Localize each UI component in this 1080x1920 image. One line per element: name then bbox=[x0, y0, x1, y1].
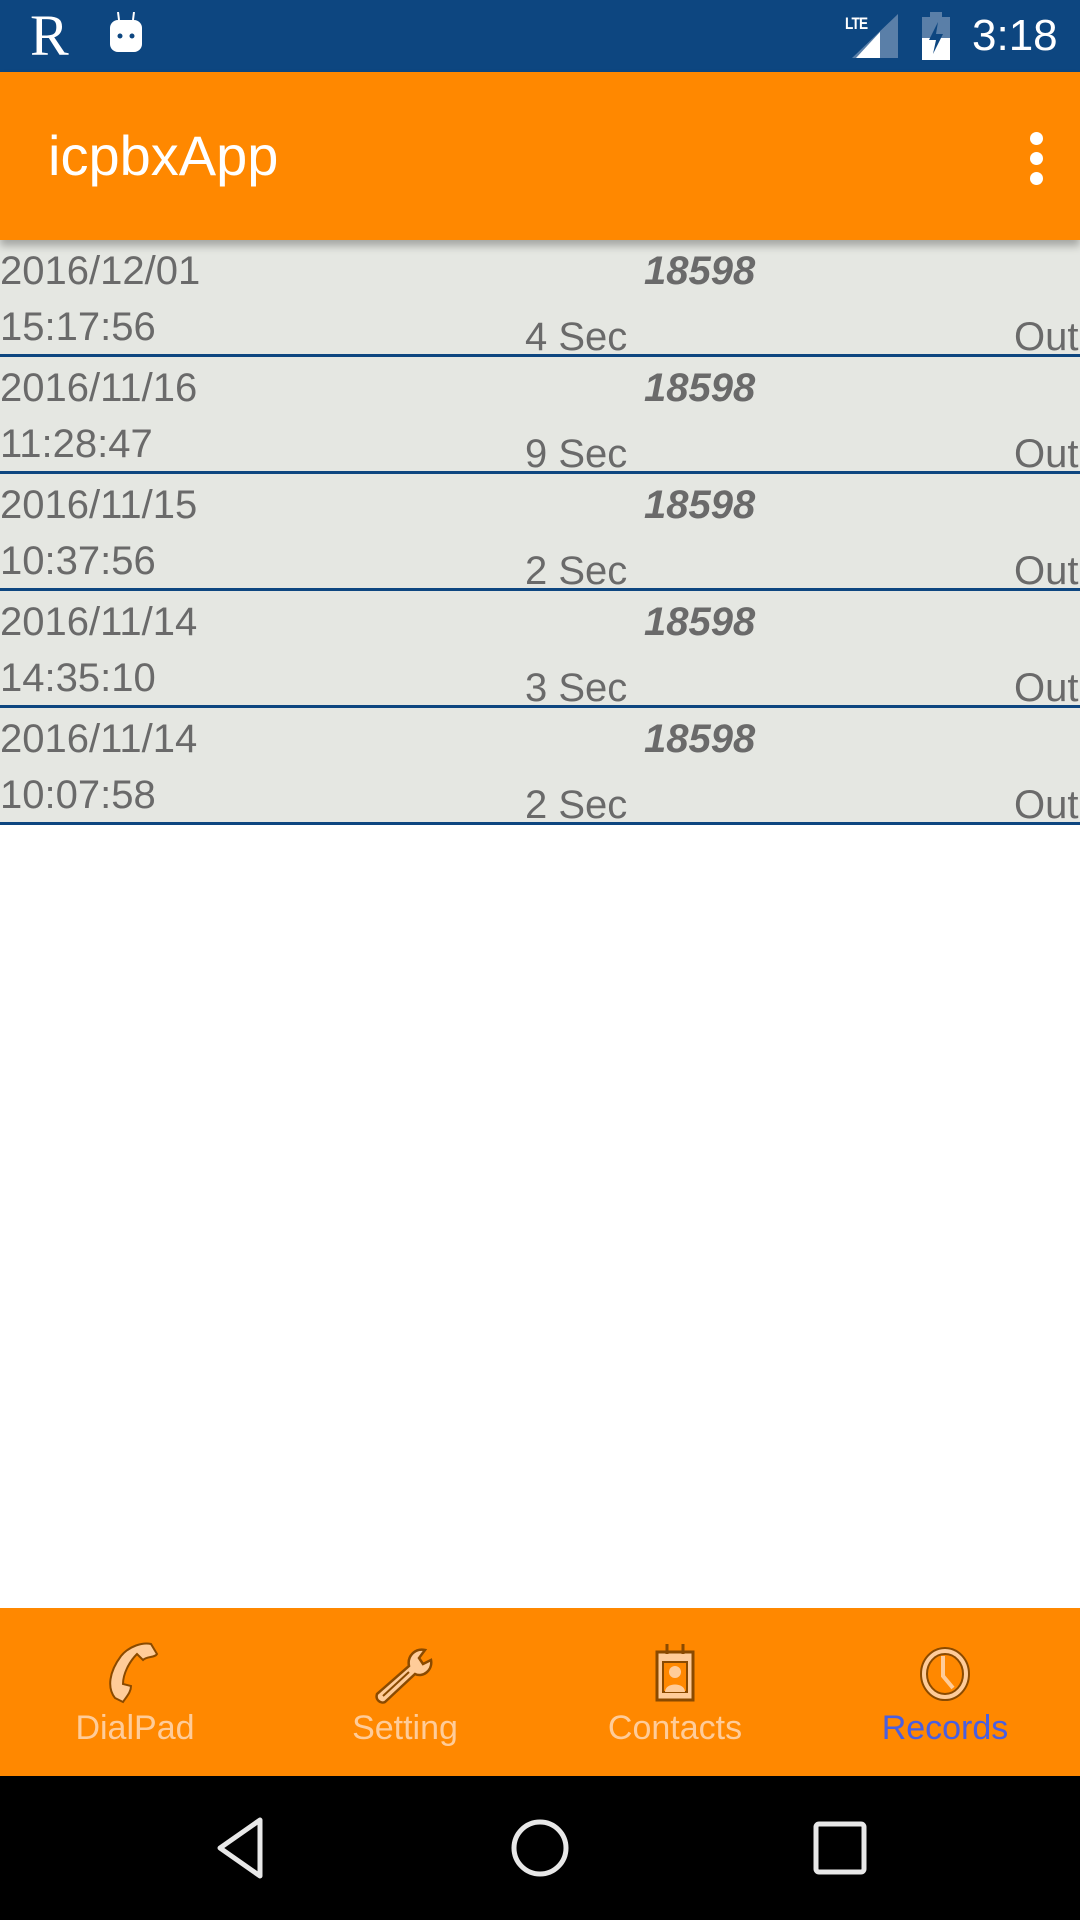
record-number: 18598 bbox=[644, 249, 756, 293]
record-direction: Out bbox=[1014, 315, 1079, 357]
wrench-icon bbox=[375, 1648, 433, 1704]
r-app-icon: R bbox=[30, 3, 69, 68]
record-date: 2016/12/01 bbox=[0, 249, 201, 293]
phone-icon bbox=[109, 1642, 159, 1704]
android-robot-icon bbox=[110, 12, 142, 52]
record-row[interactable]: 2016/11/15 10:37:56 18598 2 Sec Out bbox=[0, 474, 1080, 591]
record-time: 14:35:10 bbox=[0, 656, 156, 700]
record-row[interactable]: 2016/11/16 11:28:47 18598 9 Sec Out bbox=[0, 357, 1080, 474]
record-time: 11:28:47 bbox=[0, 422, 153, 466]
clock-icon bbox=[920, 1647, 970, 1701]
tab-label: Records bbox=[881, 1709, 1009, 1747]
bottom-navigation: DialPad Setting Contacts Records bbox=[0, 1608, 1080, 1776]
record-direction: Out bbox=[1014, 666, 1079, 708]
record-duration: 3 Sec bbox=[525, 666, 628, 708]
record-date: 2016/11/15 bbox=[0, 483, 198, 527]
record-number: 18598 bbox=[644, 717, 756, 761]
app-bar: icpbxApp bbox=[0, 72, 1080, 240]
record-date: 2016/11/14 bbox=[0, 717, 198, 761]
record-number: 18598 bbox=[644, 483, 756, 527]
record-time: 15:17:56 bbox=[0, 305, 156, 349]
record-direction: Out bbox=[1014, 432, 1079, 474]
record-row[interactable]: 2016/11/14 10:07:58 18598 2 Sec Out bbox=[0, 708, 1080, 825]
record-direction: Out bbox=[1014, 549, 1079, 591]
more-vert-icon bbox=[1030, 132, 1043, 145]
tab-records[interactable]: Records bbox=[810, 1608, 1080, 1776]
contact-card-icon bbox=[655, 1644, 695, 1702]
record-date: 2016/11/16 bbox=[0, 366, 198, 410]
record-duration: 9 Sec bbox=[525, 432, 628, 474]
battery-charging-icon bbox=[922, 12, 950, 60]
tab-dialpad[interactable]: DialPad bbox=[0, 1608, 270, 1776]
recents-icon[interactable] bbox=[808, 1816, 872, 1880]
tab-label: Setting bbox=[352, 1709, 458, 1747]
more-options-button[interactable] bbox=[1006, 116, 1066, 196]
record-time: 10:37:56 bbox=[0, 539, 156, 583]
tab-label: DialPad bbox=[75, 1709, 195, 1747]
tab-label: Contacts bbox=[607, 1709, 743, 1747]
record-date: 2016/11/14 bbox=[0, 600, 198, 644]
tab-setting[interactable]: Setting bbox=[270, 1608, 540, 1776]
clock: 3:18 bbox=[972, 11, 1058, 60]
status-bar: R LTE 3:18 bbox=[0, 0, 1080, 72]
more-vert-icon-dot bbox=[1030, 172, 1043, 185]
tab-contacts[interactable]: Contacts bbox=[540, 1608, 810, 1776]
system-navigation-bar bbox=[0, 1776, 1080, 1920]
record-number: 18598 bbox=[644, 366, 756, 410]
record-duration: 2 Sec bbox=[525, 549, 628, 591]
record-time: 10:07:58 bbox=[0, 773, 156, 817]
record-duration: 2 Sec bbox=[525, 783, 628, 825]
record-direction: Out bbox=[1014, 783, 1079, 825]
record-duration: 4 Sec bbox=[525, 315, 628, 357]
more-vert-icon-dot bbox=[1030, 152, 1043, 165]
record-row[interactable]: 2016/11/14 14:35:10 18598 3 Sec Out bbox=[0, 591, 1080, 708]
app-title: icpbxApp bbox=[48, 124, 279, 187]
records-list: 2016/12/01 15:17:56 18598 4 Sec Out 2016… bbox=[0, 240, 1080, 825]
record-number: 18598 bbox=[644, 600, 756, 644]
record-row[interactable]: 2016/12/01 15:17:56 18598 4 Sec Out bbox=[0, 240, 1080, 357]
back-icon[interactable] bbox=[208, 1816, 272, 1880]
home-icon[interactable] bbox=[508, 1816, 572, 1880]
signal-icon bbox=[852, 14, 898, 58]
